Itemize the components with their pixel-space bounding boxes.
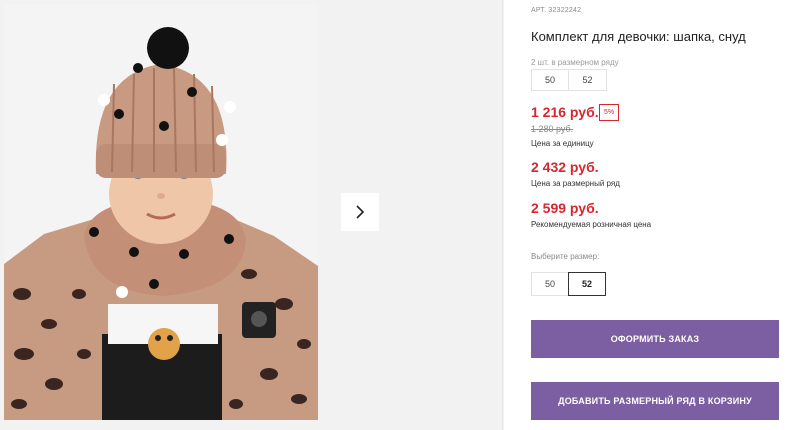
retail-price: 2 599 руб. [531, 200, 599, 216]
chevron-right-icon [356, 205, 365, 219]
size-row-chips: 50 52 [531, 69, 607, 91]
size-selector: 50 52 [531, 272, 606, 296]
row-price: 2 432 руб. [531, 159, 599, 175]
row-price-label: Цена за размерный ряд [531, 179, 620, 188]
add-size-row-to-cart-button[interactable]: ДОБАВИТЬ РАЗМЕРНЫЙ РЯД В КОРЗИНУ [531, 382, 779, 420]
unit-price-label: Цена за единицу [531, 139, 594, 148]
product-photo-illustration [4, 4, 318, 420]
product-info-panel: АРТ. 32322242 Комплект для девочки: шапк… [531, 0, 791, 430]
product-sku: АРТ. 32322242 [531, 7, 582, 14]
size-select-label: Выберите размер: [531, 252, 600, 261]
size-row-label: 2 шт. в размерном ряду [531, 58, 619, 67]
old-price: 1 280 руб. [531, 124, 574, 134]
product-photo [4, 4, 318, 420]
gallery-divider [502, 0, 503, 430]
checkout-button[interactable]: ОФОРМИТЬ ЗАКАЗ [531, 320, 779, 358]
product-title: Комплект для девочки: шапка, снуд [531, 29, 746, 44]
size-row-chip: 52 [569, 69, 607, 91]
product-gallery [0, 0, 504, 430]
retail-price-label: Рекомендуемая розничная цена [531, 220, 652, 229]
discount-badge: 5% [599, 104, 619, 121]
size-row-chip: 50 [531, 69, 569, 91]
size-option-50[interactable]: 50 [531, 272, 569, 296]
gallery-next-button[interactable] [341, 193, 379, 231]
unit-price: 1 216 руб. [531, 104, 599, 120]
size-option-52[interactable]: 52 [568, 272, 606, 296]
